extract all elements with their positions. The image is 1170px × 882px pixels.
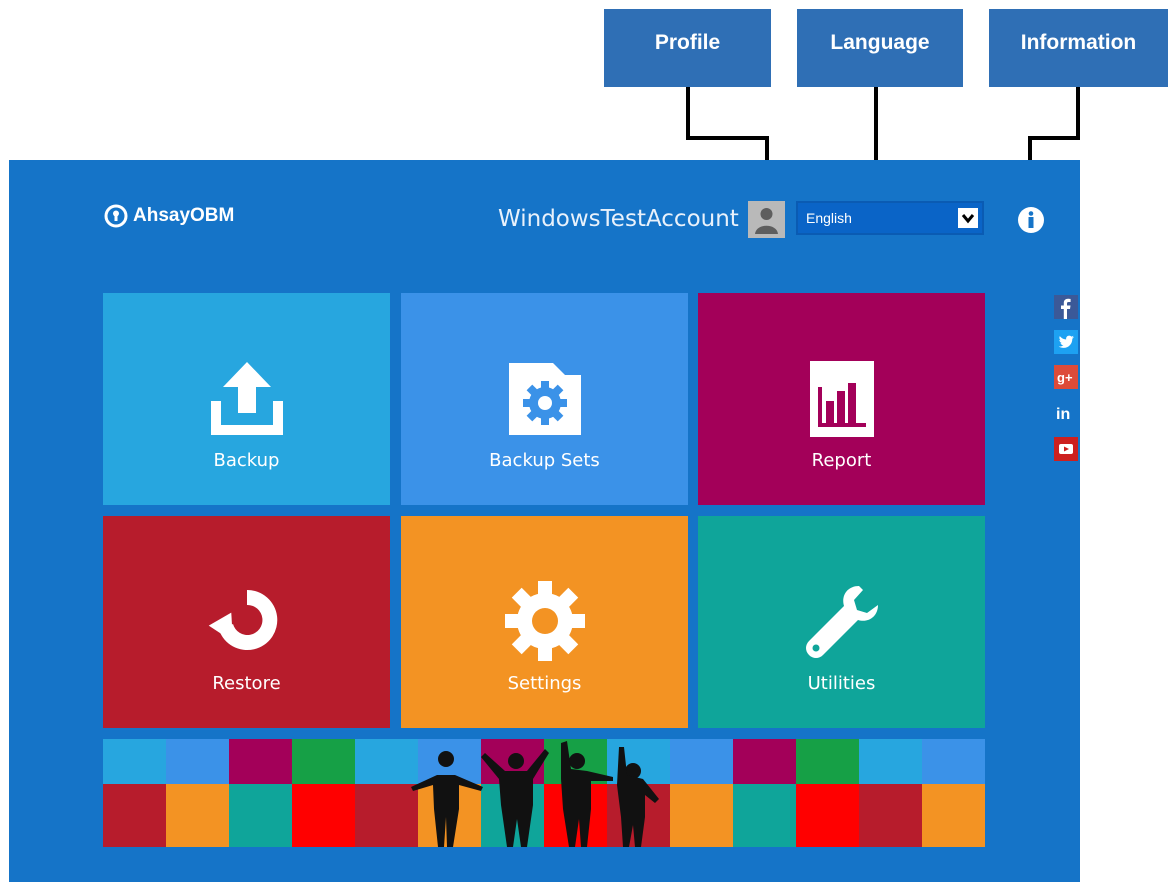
twitter-icon[interactable]	[1054, 330, 1078, 354]
upload-icon	[210, 362, 283, 435]
info-icon[interactable]	[1017, 206, 1045, 234]
utilities-label: Utilities	[807, 673, 876, 694]
bar-chart-icon	[809, 361, 874, 437]
report-label: Report	[811, 450, 872, 471]
language-select[interactable]: English	[796, 201, 984, 235]
svg-text:g+: g+	[1057, 370, 1073, 385]
restore-arrow-icon	[208, 589, 277, 650]
wrench-icon	[805, 586, 878, 658]
facebook-icon[interactable]	[1054, 295, 1078, 319]
chevron-down-icon[interactable]	[958, 208, 978, 228]
linkedin-icon[interactable]: in	[1054, 401, 1078, 425]
youtube-icon[interactable]	[1054, 437, 1078, 461]
logo-icon	[104, 204, 128, 228]
settings-tile[interactable]: Settings	[401, 516, 688, 728]
backup-sets-label: Backup Sets	[489, 450, 600, 471]
restore-tile[interactable]: Restore	[103, 516, 390, 728]
ahsay-logo: AhsayOBM	[104, 204, 234, 228]
language-select-value: English	[806, 210, 852, 226]
banner-image	[103, 739, 985, 847]
google-plus-icon[interactable]: g+	[1054, 365, 1078, 389]
user-avatar-icon	[755, 208, 778, 234]
report-tile[interactable]: Report	[698, 293, 985, 505]
folder-gear-icon	[508, 363, 581, 435]
restore-label: Restore	[212, 673, 281, 694]
svg-text:in: in	[1056, 406, 1070, 423]
banner-top-row	[103, 739, 985, 784]
profile-button[interactable]	[748, 201, 785, 238]
logo-text: AhsayOBM	[133, 205, 235, 226]
gear-icon	[504, 581, 585, 661]
account-name[interactable]: WindowsTestAccount	[498, 204, 739, 234]
app-window: AhsayOBM WindowsTestAccount English Back…	[9, 160, 1080, 882]
backup-tile[interactable]: Backup	[103, 293, 390, 505]
settings-label: Settings	[507, 673, 582, 694]
utilities-tile[interactable]: Utilities	[698, 516, 985, 728]
backup-sets-tile[interactable]: Backup Sets	[401, 293, 688, 505]
banner-bottom-row	[103, 784, 985, 847]
backup-label: Backup	[213, 450, 280, 471]
